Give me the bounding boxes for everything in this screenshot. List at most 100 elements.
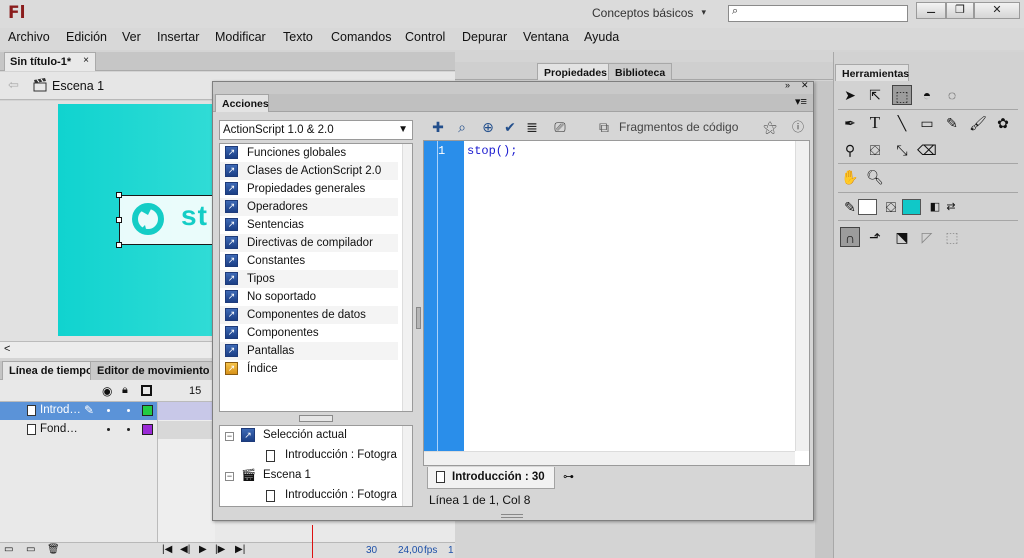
scale-icon[interactable]: ⬚ <box>942 227 962 247</box>
list-item[interactable]: ↗ Directivas de compilador <box>220 234 398 252</box>
lock-dot[interactable] <box>127 428 130 431</box>
eyedropper-tool-icon[interactable]: ⤡ <box>892 140 912 160</box>
pencil-tool-icon[interactable]: ✎ <box>942 113 962 133</box>
actions-panel-titlebar[interactable]: » ✕ <box>213 80 813 94</box>
timeline-frames[interactable] <box>157 402 216 542</box>
close-icon[interactable]: ✕ <box>801 80 809 91</box>
menu-ayuda[interactable]: Ayuda <box>584 30 619 44</box>
scroll-left-icon[interactable]: < <box>4 343 10 355</box>
list-item[interactable]: ↗ Componentes <box>220 324 398 342</box>
line-tool-icon[interactable]: ╲ <box>892 113 912 133</box>
selection-tool-icon[interactable]: ➤ <box>840 85 860 105</box>
menu-comandos[interactable]: Comandos <box>331 30 391 44</box>
pin-script-icon[interactable]: ⊶ <box>563 470 574 483</box>
new-layer-icon[interactable]: ▭ <box>4 544 13 555</box>
delete-layer-icon[interactable]: 🗑︎ <box>47 544 60 555</box>
eye-icon[interactable]: ◉ <box>102 384 112 398</box>
list-item[interactable]: ↗ Índice <box>220 360 398 378</box>
list-item[interactable]: ↗ Componentes de datos <box>220 306 398 324</box>
code-vertical-scrollbar[interactable] <box>795 141 809 451</box>
snippets-icon[interactable]: ⧉ <box>595 118 613 136</box>
collapse-node-icon[interactable]: − <box>225 432 234 441</box>
code-horizontal-scrollbar[interactable] <box>424 451 795 465</box>
panel-collapse-handle[interactable] <box>416 307 421 329</box>
stroke-color-swatch[interactable] <box>858 199 877 215</box>
pen-tool-icon[interactable]: ✒ <box>840 113 860 133</box>
actionscript-version-select[interactable]: ActionScript 1.0 & 2.0 ▼ <box>219 120 413 140</box>
tab-actions[interactable]: Acciones <box>215 94 269 112</box>
menu-ventana[interactable]: Ventana <box>523 30 569 44</box>
collapse-node-icon[interactable]: − <box>225 472 234 481</box>
panel-menu-icon[interactable]: ▾≡ <box>795 95 807 108</box>
tab-library[interactable]: Biblioteca <box>608 63 673 80</box>
list-item[interactable]: ↗ No soportado <box>220 288 398 306</box>
list-item[interactable]: ↗ Funciones globales <box>220 144 398 162</box>
list-item[interactable]: ↗ Propiedades generales <box>220 180 398 198</box>
menu-depurar[interactable]: Depurar <box>462 30 507 44</box>
minimize-button[interactable]: ⚊ <box>916 2 946 19</box>
swap-colors-icon[interactable]: ⇄ <box>941 197 961 217</box>
add-statement-icon[interactable]: ✚ <box>429 118 447 136</box>
workspace-switcher[interactable]: Conceptos básicos ▾ <box>580 3 714 24</box>
menu-insertar[interactable]: Insertar <box>157 30 199 44</box>
list-item[interactable]: ↗ Sentencias <box>220 216 398 234</box>
selection-handle[interactable] <box>116 217 122 223</box>
layer-row[interactable]: Introd… ✎ <box>0 402 157 420</box>
last-frame-icon[interactable]: ▶| <box>235 544 245 555</box>
tab-motion-editor[interactable]: Editor de movimiento <box>90 361 217 380</box>
fill-color-swatch[interactable] <box>902 199 921 215</box>
tree-node[interactable]: − ↗ Selección actual <box>220 428 402 446</box>
menu-archivo[interactable]: Archivo <box>8 30 50 44</box>
menu-control[interactable]: Control <box>405 30 445 44</box>
selection-handle[interactable] <box>116 192 122 198</box>
collapse-icon[interactable]: » <box>785 80 790 90</box>
menu-modificar[interactable]: Modificar <box>215 30 266 44</box>
check-syntax-icon[interactable]: ✔ <box>501 118 519 136</box>
layer-color-swatch[interactable] <box>142 424 153 435</box>
list-item[interactable]: ↗ Tipos <box>220 270 398 288</box>
code-editor[interactable]: 1 stop(); <box>423 140 810 466</box>
list-item[interactable]: ↗ Clases de ActionScript 2.0 <box>220 162 398 180</box>
outline-icon[interactable] <box>141 385 152 396</box>
text-tool-icon[interactable]: T <box>865 113 885 133</box>
help-icon[interactable]: ⓘ <box>789 118 807 136</box>
straighten-icon[interactable]: ⬔ <box>892 227 912 247</box>
new-folder-icon[interactable]: ▭ <box>26 544 35 555</box>
frame-span[interactable] <box>158 402 216 420</box>
layer-row[interactable]: Fond… <box>0 421 157 439</box>
smooth-icon[interactable]: ⬏ <box>865 227 885 247</box>
paint-bucket-tool-icon[interactable]: ⛋ <box>865 140 885 160</box>
lasso-tool-icon[interactable]: ◌ <box>942 85 962 105</box>
free-transform-tool-icon[interactable]: ⬚ <box>892 85 912 105</box>
snap-magnet-icon[interactable]: ∩ <box>840 227 860 247</box>
rectangle-tool-icon[interactable]: ▭ <box>917 113 937 133</box>
script-tab[interactable]: Introducción : 30 <box>427 467 555 489</box>
rotate-skew-icon[interactable]: ◸ <box>917 227 937 247</box>
lock-dot[interactable] <box>127 409 130 412</box>
tree-node[interactable]: Introducción : Fotogra <box>220 448 402 466</box>
library-scrollbar[interactable] <box>402 144 412 411</box>
list-item[interactable]: ↗ Pantallas <box>220 342 398 360</box>
visibility-dot[interactable] <box>107 428 110 431</box>
resize-grip-icon[interactable] <box>501 514 523 518</box>
auto-format-icon[interactable]: ≣ <box>523 118 541 136</box>
splitter-grip-icon[interactable] <box>299 415 333 422</box>
visibility-dot[interactable] <box>107 409 110 412</box>
frame-span[interactable] <box>158 421 216 439</box>
tab-timeline[interactable]: Línea de tiempo <box>2 361 100 380</box>
step-back-icon[interactable]: ◀| <box>180 544 190 555</box>
help-search-input[interactable]: ⌕ <box>728 5 908 22</box>
play-icon[interactable]: ▶ <box>199 544 207 555</box>
restore-button[interactable]: ❐ <box>946 2 974 19</box>
brush-tool-icon[interactable]: 🖌︎ <box>968 113 988 133</box>
subselection-tool-icon[interactable]: ⇱ <box>865 85 885 105</box>
code-hint-icon[interactable]: ⎚ <box>551 118 569 136</box>
playhead[interactable] <box>312 525 313 558</box>
hand-tool-icon[interactable]: ✋ <box>840 167 860 187</box>
step-forward-icon[interactable]: |▶ <box>215 544 225 555</box>
menu-edicion[interactable]: Edición <box>66 30 107 44</box>
tree-splitter[interactable] <box>219 415 413 423</box>
tree-node[interactable]: − 🎬︎ Escena 1 <box>220 468 402 486</box>
magic-wand-icon[interactable]: ⚝ <box>761 118 779 136</box>
3d-rotation-tool-icon[interactable]: ◓ <box>917 85 937 105</box>
